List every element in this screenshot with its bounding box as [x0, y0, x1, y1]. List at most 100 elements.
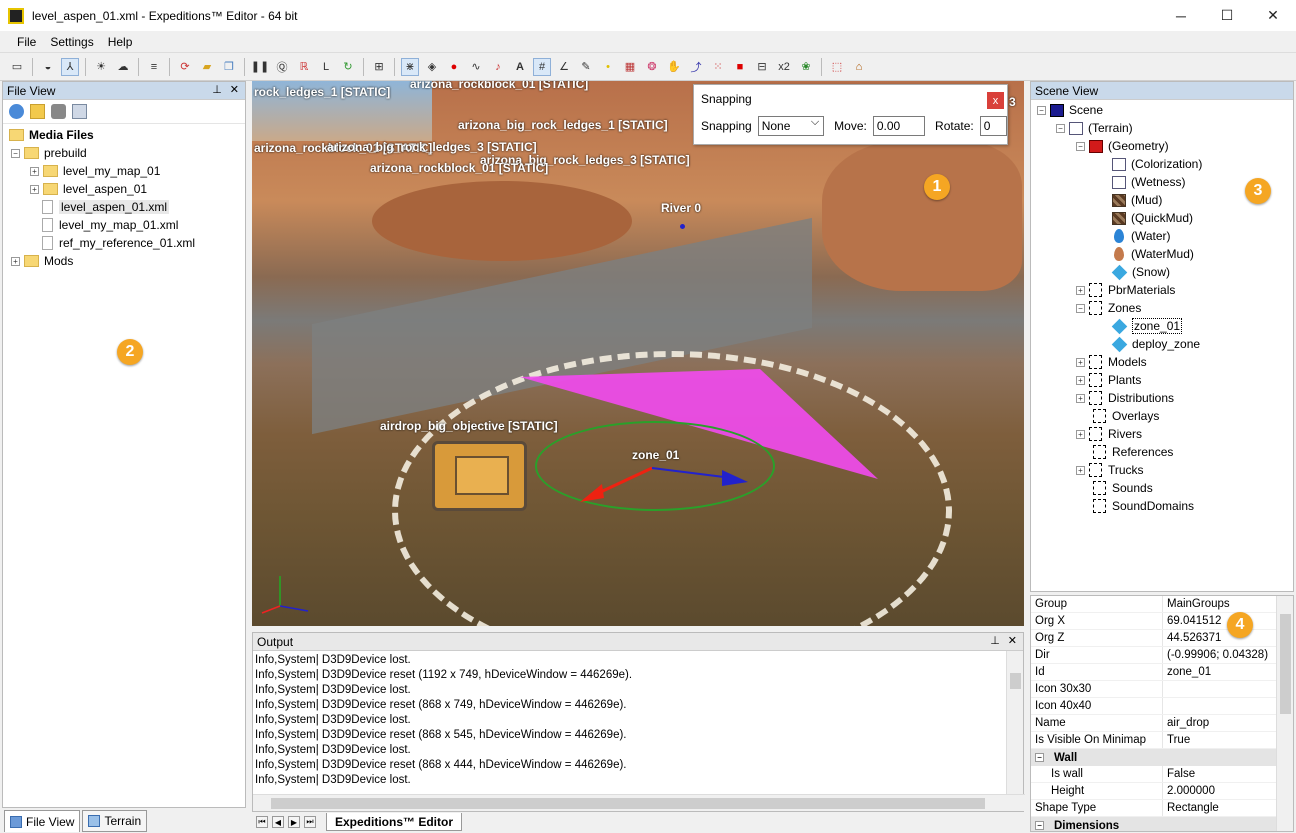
- prop-row-is-wall[interactable]: Is wall False: [1031, 766, 1277, 783]
- prop-value[interactable]: False: [1163, 766, 1195, 782]
- output-horizontal-scrollbar[interactable]: [253, 794, 1025, 811]
- scene-item-mud[interactable]: (Mud): [1112, 191, 1162, 209]
- pin-icon[interactable]: ⊥: [212, 83, 222, 96]
- tree-item-level-aspen-01-xml[interactable]: level_aspen_01.xml: [3, 198, 245, 216]
- collapse-icon[interactable]: −: [1076, 141, 1085, 151]
- close-icon[interactable]: ✕: [1008, 634, 1017, 647]
- prop-row-dir[interactable]: Dir (-0.99906; 0.04328): [1031, 647, 1277, 664]
- scene-item-terrain[interactable]: − (Terrain): [1056, 119, 1133, 137]
- collapse-icon[interactable]: −: [1035, 753, 1044, 762]
- expand-icon[interactable]: +: [1076, 375, 1085, 385]
- align-text-icon[interactable]: ≡: [145, 58, 163, 76]
- scene-item-wetness[interactable]: (Wetness): [1112, 173, 1185, 191]
- expand-icon[interactable]: +: [30, 184, 39, 194]
- scene-item-watermud[interactable]: (WaterMud): [1112, 245, 1194, 263]
- tab-terrain[interactable]: Terrain: [82, 810, 148, 832]
- scene-item-zones[interactable]: − Zones: [1076, 299, 1141, 317]
- scene-item-colorization[interactable]: (Colorization): [1112, 155, 1202, 173]
- object-label[interactable]: rock_ledges_1 [STATIC]: [254, 85, 390, 99]
- refresh-icon[interactable]: [9, 104, 24, 119]
- window-grid-icon[interactable]: ⊟: [753, 58, 771, 76]
- tree-item-mods[interactable]: + Mods: [3, 252, 245, 270]
- scale-x2-icon[interactable]: x2: [775, 58, 793, 76]
- settings-folder-icon[interactable]: [51, 104, 66, 119]
- house-icon[interactable]: ⌂: [850, 58, 868, 76]
- river-label[interactable]: River 0: [661, 201, 701, 215]
- collapse-icon[interactable]: −: [1037, 105, 1046, 115]
- scene-item-models[interactable]: + Models: [1076, 353, 1147, 371]
- scene-item-pbrmaterials[interactable]: + PbrMaterials: [1076, 281, 1175, 299]
- tree-item-prebuild[interactable]: − prebuild: [3, 144, 245, 162]
- prop-value[interactable]: air_drop: [1163, 715, 1209, 731]
- collapse-icon[interactable]: −: [1035, 821, 1044, 830]
- next-tab-icon[interactable]: ▶: [288, 816, 300, 828]
- tab-file-view[interactable]: File View: [4, 810, 81, 832]
- select-rect-icon[interactable]: ⬚: [828, 58, 846, 76]
- color-bars-icon[interactable]: ▦: [621, 58, 639, 76]
- zone-label[interactable]: zone_01: [632, 448, 679, 462]
- prop-row-group[interactable]: Group MainGroups: [1031, 596, 1277, 613]
- prop-value[interactable]: MainGroups: [1163, 596, 1230, 612]
- menu-help[interactable]: Help: [101, 35, 140, 49]
- expand-icon[interactable]: +: [1076, 357, 1085, 367]
- measure-angle-icon[interactable]: ∠: [555, 58, 573, 76]
- expand-icon[interactable]: +: [30, 166, 39, 176]
- expand-icon[interactable]: +: [1076, 429, 1085, 439]
- object-label[interactable]: airdrop_big_objective [STATIC]: [380, 419, 558, 433]
- menu-file[interactable]: File: [10, 35, 43, 49]
- prop-row-icon-40x40[interactable]: Icon 40x40: [1031, 698, 1277, 715]
- expand-icon[interactable]: +: [1076, 393, 1085, 403]
- copy-icon[interactable]: ❐: [220, 58, 238, 76]
- object-label[interactable]: arizona_rockblock_01 [STATIC]: [370, 161, 548, 175]
- tree-item-level-aspen-01[interactable]: + level_aspen_01: [3, 180, 245, 198]
- tree-item-level-my-map-01[interactable]: + level_my_map_01: [3, 162, 245, 180]
- open-folder-icon[interactable]: [30, 104, 45, 119]
- scene-item-scene[interactable]: − Scene: [1037, 101, 1103, 119]
- expand-icon[interactable]: +: [11, 256, 20, 266]
- prop-row-height[interactable]: Height 2.000000: [1031, 783, 1277, 800]
- expand-icon[interactable]: +: [1076, 285, 1085, 295]
- output-vertical-scrollbar[interactable]: [1006, 651, 1023, 796]
- close-icon[interactable]: ✕: [230, 83, 239, 96]
- mask-icon[interactable]: ◈: [423, 58, 441, 76]
- prop-value[interactable]: 69.041512: [1163, 613, 1221, 629]
- prop-value[interactable]: zone_01: [1163, 664, 1211, 680]
- prop-value[interactable]: True: [1163, 732, 1190, 748]
- first-tab-icon[interactable]: ⏮: [256, 816, 268, 828]
- prop-category-dimensions[interactable]: − Dimensions: [1031, 817, 1277, 831]
- scene-item-sounds[interactable]: Sounds: [1093, 479, 1153, 497]
- collapse-icon[interactable]: −: [1076, 303, 1085, 313]
- open-folder-icon[interactable]: ▰: [198, 58, 216, 76]
- prop-value[interactable]: Rectangle: [1163, 800, 1219, 816]
- rotate-icon[interactable]: ↻: [339, 58, 357, 76]
- prop-value[interactable]: (-0.99906; 0.04328): [1163, 647, 1268, 663]
- scene-item-references[interactable]: References: [1093, 443, 1173, 461]
- gizmo-axes[interactable]: [572, 456, 772, 516]
- red-square-icon[interactable]: ■: [731, 58, 749, 76]
- angle-icon[interactable]: L: [317, 58, 335, 76]
- text-icon[interactable]: A: [511, 58, 529, 76]
- axis-icon[interactable]: ⅄: [61, 57, 79, 76]
- airdrop-crate[interactable]: [432, 441, 527, 511]
- scene-item-overlays[interactable]: Overlays: [1093, 407, 1159, 425]
- prop-value[interactable]: 44.526371: [1163, 630, 1221, 646]
- tree-item-level-my-map-01-xml[interactable]: level_my_map_01.xml: [3, 216, 245, 234]
- tree-item-ref-my-reference-01-xml[interactable]: ref_my_reference_01.xml: [3, 234, 245, 252]
- scene-item-sounddomains[interactable]: SoundDomains: [1093, 497, 1194, 515]
- tree-icon[interactable]: ❀: [797, 58, 815, 76]
- weather-icon[interactable]: ☀: [92, 58, 110, 76]
- object-label[interactable]: arizona_rockblock_01 [STATIC]: [410, 81, 588, 91]
- prop-value[interactable]: [1163, 681, 1167, 697]
- close-button[interactable]: ✕: [1250, 0, 1296, 31]
- teapot-icon[interactable]: ◒: [39, 58, 57, 76]
- prop-row-is-visible-on-minimap[interactable]: Is Visible On Minimap True: [1031, 732, 1277, 749]
- collapse-icon[interactable]: −: [11, 148, 20, 158]
- scene-item-snow[interactable]: (Snow): [1111, 263, 1170, 281]
- move-input[interactable]: 0.00: [872, 116, 926, 136]
- prop-category-wall[interactable]: − Wall: [1031, 749, 1277, 766]
- scene-item-deploy-zone[interactable]: deploy_zone: [1111, 335, 1200, 353]
- scene-item-distributions[interactable]: + Distributions: [1076, 389, 1174, 407]
- save-icon[interactable]: ▭: [8, 58, 26, 76]
- pin-icon[interactable]: ⊥: [990, 634, 1000, 647]
- prev-tab-icon[interactable]: ◀: [272, 816, 284, 828]
